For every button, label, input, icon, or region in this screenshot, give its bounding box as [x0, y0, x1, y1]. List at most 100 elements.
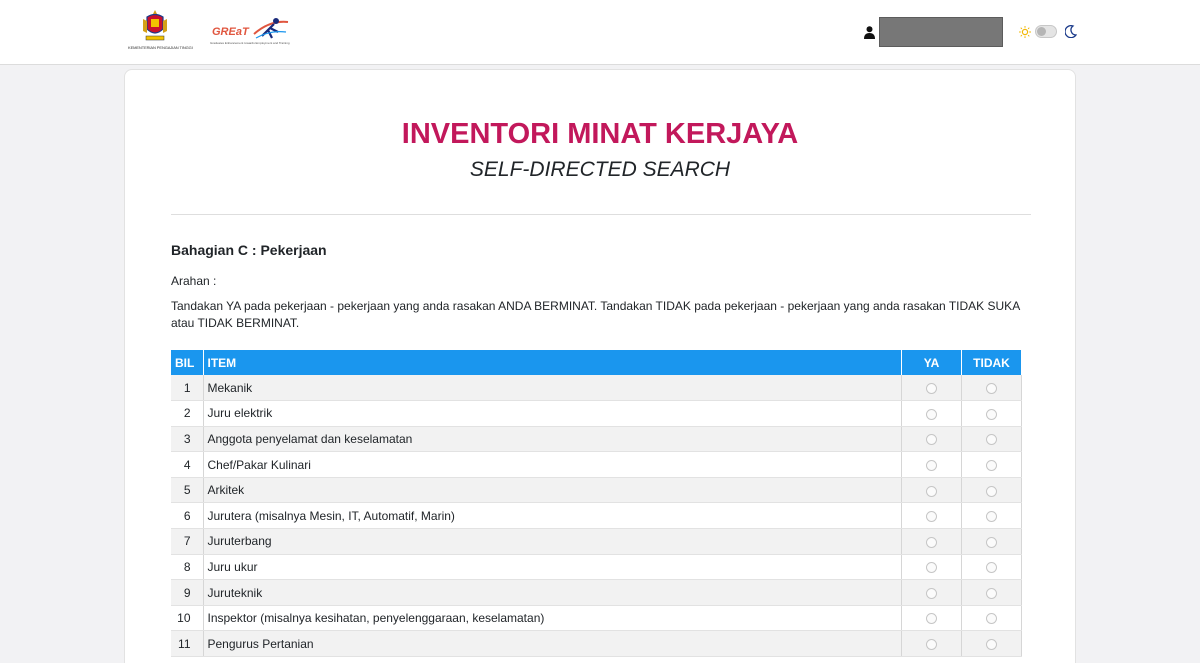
- runner-figure-icon: [253, 18, 289, 39]
- row-number: 10: [171, 605, 204, 632]
- row-item: Jurutera (misalnya Mesin, IT, Automatif,…: [203, 502, 902, 530]
- col-header-bil: BIL: [171, 350, 204, 375]
- row-number: 1: [171, 375, 204, 402]
- theme-toggle[interactable]: [1035, 25, 1057, 38]
- ya-radio[interactable]: [926, 562, 937, 574]
- ya-radio[interactable]: [926, 485, 937, 497]
- row-number: 7: [171, 528, 204, 555]
- great-logo[interactable]: GREaT Graduates Enhancement towards Empl…: [210, 14, 290, 48]
- tidak-cell: [961, 400, 1022, 427]
- table-row: 10 Inspektor (misalnya kesihatan, penyele…: [171, 605, 1022, 632]
- ya-cell: [901, 605, 962, 632]
- user-icon: [864, 26, 875, 39]
- ya-cell: [901, 528, 962, 555]
- page-subtitle: SELF-DIRECTED SEARCH: [469, 158, 731, 181]
- tidak-cell: [961, 630, 1022, 658]
- table-row: 11 Pengurus Pertanian: [171, 630, 1022, 658]
- ya-radio[interactable]: [926, 511, 937, 523]
- row-item: Juruterbang: [203, 528, 902, 555]
- tidak-cell: [961, 528, 1022, 555]
- ya-radio[interactable]: [926, 587, 937, 599]
- great-tagline: Graduates Enhancement towards Employment…: [210, 41, 290, 45]
- ya-cell: [901, 477, 962, 504]
- ministry-crest-logo[interactable]: KEMENTERIAN PENGAJIAN TINGGI: [128, 9, 193, 55]
- row-item: Inspektor (misalnya kesihatan, penyeleng…: [203, 605, 902, 632]
- tidak-radio[interactable]: [986, 434, 997, 446]
- theme-toggle-knob: [1037, 27, 1046, 36]
- row-item: Chef/Pakar Kulinari: [203, 451, 902, 478]
- page-title: INVENTORI MINAT KERJAYA: [401, 118, 799, 150]
- row-number: 9: [171, 579, 204, 606]
- tidak-cell: [961, 579, 1022, 606]
- tidak-radio[interactable]: [986, 613, 997, 625]
- row-item: Pengurus Pertanian: [203, 630, 902, 658]
- tidak-radio[interactable]: [986, 485, 997, 497]
- tidak-radio[interactable]: [986, 382, 997, 394]
- row-number: 6: [171, 502, 204, 530]
- tidak-cell: [961, 451, 1022, 478]
- tidak-radio[interactable]: [986, 408, 997, 420]
- table-row: 3 Anggota penyelamat dan keselamatan: [171, 426, 1022, 453]
- row-item: Arkitek: [203, 477, 902, 504]
- tidak-radio[interactable]: [986, 459, 997, 471]
- table-row: 8 Juru ukur: [171, 554, 1022, 581]
- table-row: 5 Arkitek: [171, 477, 1022, 504]
- row-number: 3: [171, 426, 204, 453]
- table-row: 6 Jurutera (misalnya Mesin, IT, Automatif…: [171, 502, 1022, 530]
- ya-radio[interactable]: [926, 536, 937, 548]
- ya-radio[interactable]: [926, 639, 937, 651]
- tidak-cell: [961, 477, 1022, 504]
- instruction-label: Arahan :: [171, 274, 217, 288]
- ya-cell: [901, 451, 962, 478]
- ya-radio[interactable]: [926, 613, 937, 625]
- row-number: 2: [171, 400, 204, 427]
- col-header-item: ITEM: [203, 350, 902, 375]
- tidak-radio[interactable]: [986, 511, 997, 523]
- table-row: 1 Mekanik: [171, 375, 1022, 402]
- table-header-row: BIL ITEM YA TIDAK: [171, 350, 1022, 375]
- ya-cell: [901, 502, 962, 530]
- instruction-text: Tandakan YA pada pekerjaan - pekerjaan y…: [171, 299, 1020, 330]
- row-number: 8: [171, 554, 204, 581]
- table-row: 9 Juruteknik: [171, 579, 1022, 606]
- table-row: 2 Juru elektrik: [171, 400, 1022, 427]
- ya-cell: [901, 630, 962, 658]
- occupation-table: BIL ITEM YA TIDAK 1 Mekanik 2 Juru elektrik…: [171, 350, 1022, 658]
- moon-icon: [1065, 25, 1077, 38]
- ya-cell: [901, 554, 962, 581]
- row-item: Juru ukur: [203, 554, 902, 581]
- tidak-radio[interactable]: [986, 536, 997, 548]
- great-logo-text: GREaT: [212, 26, 249, 38]
- col-header-ya: YA: [901, 350, 962, 375]
- crest-caption: KEMENTERIAN PENGAJIAN TINGGI: [128, 45, 193, 50]
- row-item: Juru elektrik: [203, 400, 902, 427]
- ya-radio[interactable]: [926, 408, 937, 420]
- ya-radio[interactable]: [926, 459, 937, 471]
- user-name-redacted[interactable]: [879, 17, 1003, 47]
- table-row: 4 Chef/Pakar Kulinari: [171, 451, 1022, 478]
- ya-radio[interactable]: [926, 382, 937, 394]
- row-item: Mekanik: [203, 375, 902, 402]
- ya-radio[interactable]: [926, 434, 937, 446]
- tidak-cell: [961, 605, 1022, 632]
- top-navbar: KEMENTERIAN PENGAJIAN TINGGI GREaT Gradu…: [0, 0, 1200, 65]
- tidak-radio[interactable]: [986, 562, 997, 574]
- row-number: 11: [171, 630, 204, 658]
- ya-cell: [901, 579, 962, 606]
- ya-cell: [901, 375, 962, 402]
- divider: [171, 214, 1031, 215]
- sun-icon: [1019, 26, 1031, 38]
- section-title: Bahagian C : Pekerjaan: [171, 242, 327, 258]
- col-header-tidak: TIDAK: [961, 350, 1022, 375]
- tidak-cell: [961, 554, 1022, 581]
- row-number: 5: [171, 477, 204, 504]
- row-item: Anggota penyelamat dan keselamatan: [203, 426, 902, 453]
- tidak-cell: [961, 375, 1022, 402]
- tidak-radio[interactable]: [986, 587, 997, 599]
- survey-card: INVENTORI MINAT KERJAYA SELF-DIRECTED SE…: [124, 69, 1076, 663]
- tidak-radio[interactable]: [986, 639, 997, 651]
- row-number: 4: [171, 451, 204, 478]
- ya-cell: [901, 426, 962, 453]
- row-item: Juruteknik: [203, 579, 902, 606]
- ya-cell: [901, 400, 962, 427]
